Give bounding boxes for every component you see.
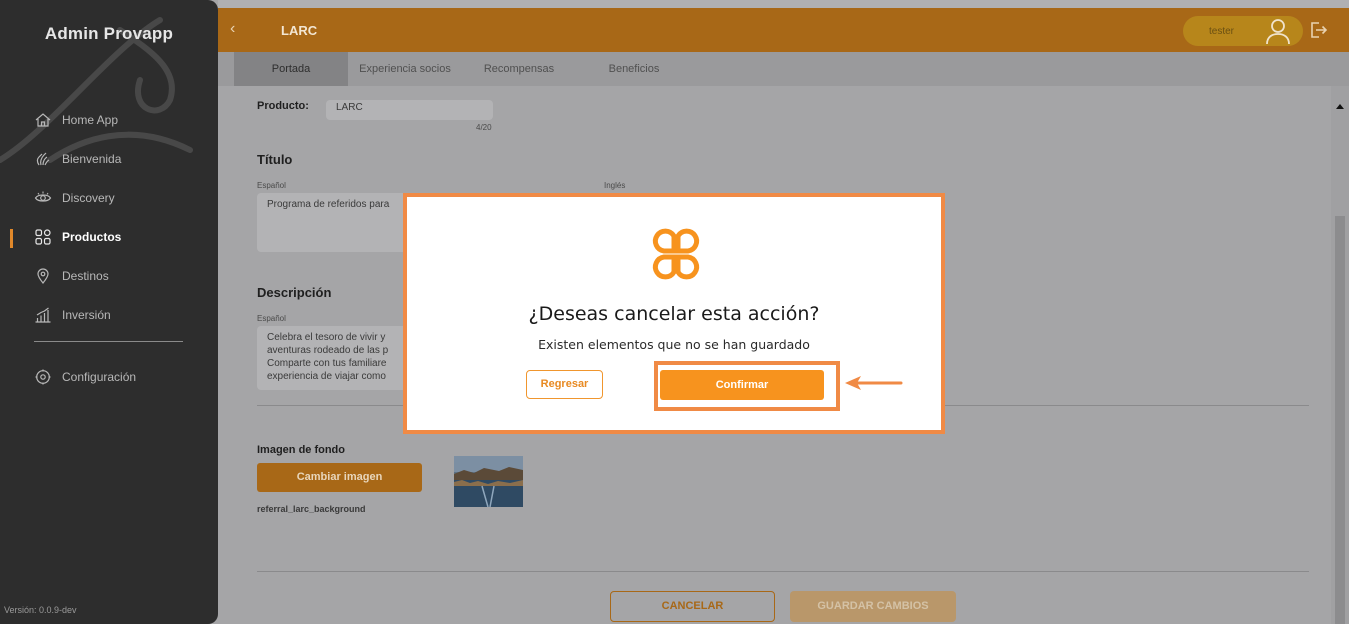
scroll-up-arrow-icon[interactable]: [1336, 104, 1344, 109]
logout-icon[interactable]: [1308, 20, 1328, 40]
back-chevron-icon[interactable]: ‹: [230, 20, 235, 38]
product-input[interactable]: LARC: [326, 100, 493, 120]
sidebar-item-configuracion[interactable]: Configuración: [0, 357, 218, 396]
sidebar-item-label: Destinos: [62, 268, 109, 283]
change-image-button[interactable]: Cambiar imagen: [257, 463, 422, 492]
background-image-label: Imagen de fondo: [257, 444, 345, 456]
tab-bar: Portada Experiencia socios Recompensas B…: [218, 52, 1349, 86]
sidebar-item-discovery[interactable]: Discovery: [0, 178, 218, 217]
user-name: tester: [1209, 26, 1235, 37]
sidebar-divider: [34, 341, 183, 342]
bar-chart-icon: [34, 306, 52, 324]
eye-icon: [34, 189, 52, 207]
dialog-back-button[interactable]: Regresar: [526, 370, 603, 399]
pointer-arrow-icon: [845, 376, 903, 390]
product-label: Producto:: [257, 100, 309, 112]
sidebar-item-label: Inversión: [62, 307, 111, 322]
scrollbar-thumb[interactable]: [1335, 216, 1345, 624]
top-header: ‹ LARC tester: [218, 8, 1349, 52]
description-spanish-label: Español: [257, 314, 286, 323]
location-pin-icon: [34, 267, 52, 285]
brand-clover-logo-icon: [652, 228, 700, 280]
top-strip: [218, 0, 1349, 8]
user-menu-button[interactable]: tester: [1183, 16, 1303, 46]
tab-portada[interactable]: Portada: [234, 52, 348, 86]
image-filename: referral_larc_background: [257, 504, 366, 514]
sidebar-item-label: Discovery: [62, 190, 115, 205]
sidebar-item-productos[interactable]: Productos: [0, 217, 218, 256]
wave-hand-icon: [34, 150, 52, 168]
footer-divider: [257, 571, 1309, 572]
gear-icon: [34, 368, 52, 386]
confirm-cancel-dialog: ¿Deseas cancelar esta acción? Existen el…: [403, 193, 945, 434]
sidebar-nav: Home App Bienvenida Discovery Productos …: [0, 100, 218, 334]
sidebar: Admin Provapp Home App Bienvenida Discov…: [0, 0, 218, 624]
sidebar-item-label: Bienvenida: [62, 151, 122, 166]
dialog-confirm-button[interactable]: Confirmar: [660, 370, 824, 400]
page-title: LARC: [281, 23, 318, 38]
sidebar-item-label: Productos: [62, 229, 122, 244]
vertical-scrollbar[interactable]: [1331, 86, 1349, 624]
title-english-label: Inglés: [604, 181, 626, 190]
user-avatar-icon: [1266, 19, 1290, 45]
tab-experiencia-socios[interactable]: Experiencia socios: [348, 52, 462, 86]
description-section-heading: Descripción: [257, 285, 332, 300]
app-version: Versión: 0.0.9-dev: [4, 605, 77, 615]
tab-recompensas[interactable]: Recompensas: [462, 52, 576, 86]
sidebar-item-label: Home App: [62, 112, 119, 127]
sidebar-item-bienvenida[interactable]: Bienvenida: [0, 139, 218, 178]
sidebar-item-destinos[interactable]: Destinos: [0, 256, 218, 295]
product-char-counter: 4/20: [476, 123, 492, 132]
tab-beneficios[interactable]: Beneficios: [576, 52, 692, 86]
home-icon: [34, 111, 52, 129]
save-changes-button[interactable]: GUARDAR CAMBIOS: [790, 591, 956, 622]
sidebar-item-home-app[interactable]: Home App: [0, 100, 218, 139]
cancel-button[interactable]: CANCELAR: [610, 591, 775, 622]
sidebar-item-inversion[interactable]: Inversión: [0, 295, 218, 334]
app-brand: Admin Provapp: [44, 24, 174, 43]
dialog-message: Existen elementos que no se han guardado: [538, 337, 810, 352]
title-spanish-label: Español: [257, 181, 286, 190]
sidebar-item-label: Configuración: [62, 369, 137, 384]
background-image-thumbnail: [454, 456, 523, 507]
grid-icon: [34, 228, 52, 246]
dialog-title: ¿Deseas cancelar esta acción?: [528, 303, 820, 325]
title-section-heading: Título: [257, 152, 293, 167]
